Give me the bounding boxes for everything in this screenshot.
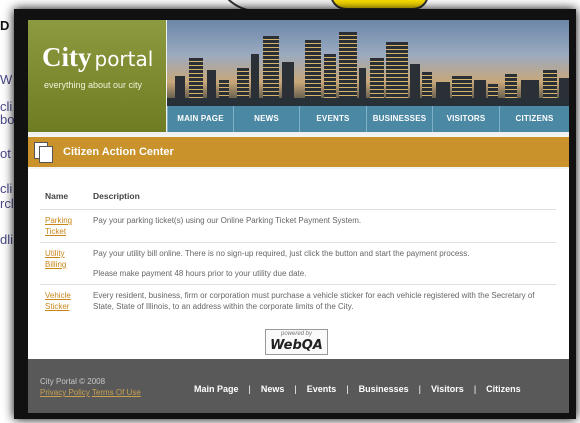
main-nav: MAIN PAGE NEWS EVENTS BUSINESSES VISITOR…	[167, 20, 569, 132]
column-header-description: Description	[93, 191, 140, 201]
description-cell: Every resident, business, firm or corpor…	[88, 284, 556, 317]
logo-tagline: everything about our city	[44, 80, 143, 90]
description-text: Pay your utility bill online. There is n…	[93, 249, 470, 258]
portal-page: City portal everything about our city MAI…	[28, 20, 569, 413]
site-header: City portal everything about our city MAI…	[28, 20, 569, 135]
section-title: Citizen Action Center	[63, 146, 174, 158]
logo-bold: City	[42, 42, 92, 72]
section-header: Citizen Action Center	[28, 137, 569, 167]
privacy-policy-link[interactable]: Privacy Policy	[40, 388, 90, 397]
nav-label: VISITORS	[432, 106, 499, 132]
separator: |	[248, 384, 251, 394]
city-skyline-photo	[499, 20, 569, 106]
documents-icon	[34, 142, 53, 163]
separator: |	[294, 384, 297, 394]
description-note: Please make payment 48 hours prior to yo…	[93, 269, 307, 278]
vehicle-sticker-link[interactable]: Vehicle Sticker	[45, 291, 71, 311]
background-text: bo	[0, 112, 15, 127]
footer-link-main-page[interactable]: Main Page	[194, 384, 239, 394]
city-skyline-photo	[366, 20, 432, 106]
webqa-logo: WebQA	[270, 338, 323, 353]
logo-rest: portal	[94, 47, 154, 71]
nav-label: NEWS	[233, 106, 299, 132]
city-skyline-photo	[299, 20, 366, 106]
background-text: dli	[0, 232, 14, 247]
footer-link-news[interactable]: News	[261, 384, 285, 394]
name-cell: Parking Ticket	[40, 209, 88, 243]
separator: |	[346, 384, 349, 394]
city-skyline-photo	[167, 20, 233, 106]
nav-label: EVENTS	[299, 106, 366, 132]
powered-by-webqa-badge[interactable]: powered by WebQA	[265, 329, 328, 355]
background-text: cli	[0, 181, 13, 196]
site-footer: City Portal © 2008 Privacy Policy Terms …	[28, 359, 569, 413]
background-text: D	[0, 18, 10, 33]
table-row: Utility Billing Pay your utility bill on…	[40, 242, 556, 285]
nav-item-citizens[interactable]: CITIZENS	[499, 20, 569, 132]
nav-item-main-page[interactable]: MAIN PAGE	[167, 20, 233, 132]
nav-item-visitors[interactable]: VISITORS	[432, 20, 499, 132]
background-text: rcl	[0, 196, 14, 211]
nav-item-events[interactable]: EVENTS	[299, 20, 366, 132]
parking-ticket-link[interactable]: Parking Ticket	[45, 216, 72, 236]
separator: |	[418, 384, 421, 394]
column-header-name: Name	[45, 191, 69, 201]
actions-table: Name Description Parking Ticket Pay your…	[40, 187, 556, 317]
nav-item-businesses[interactable]: BUSINESSES	[366, 20, 432, 132]
nav-item-news[interactable]: NEWS	[233, 20, 299, 132]
footer-link-citizens[interactable]: Citizens	[486, 384, 521, 394]
name-cell: Vehicle Sticker	[40, 284, 88, 317]
footer-link-visitors[interactable]: Visitors	[431, 384, 464, 394]
copyright-text: City Portal © 2008	[40, 377, 106, 386]
nav-label: BUSINESSES	[366, 106, 432, 132]
powered-by-text: powered by	[280, 331, 313, 337]
footer-link-businesses[interactable]: Businesses	[359, 384, 409, 394]
footer-legal-links: Privacy Policy Terms Of Use	[40, 388, 141, 397]
logo-title: City portal	[42, 42, 153, 73]
table-header-row: Name Description	[40, 187, 556, 210]
popup-window: City portal everything about our city MAI…	[14, 9, 576, 419]
table-row: Parking Ticket Pay your parking ticket(s…	[40, 209, 556, 243]
footer-link-events[interactable]: Events	[307, 384, 337, 394]
footer-nav: Main Page | News | Events | Businesses | Visitor…	[194, 384, 521, 394]
table-row: Vehicle Sticker Every resident, business…	[40, 284, 556, 317]
utility-billing-link[interactable]: Utility Billing	[45, 249, 66, 269]
city-skyline-photo	[432, 20, 499, 106]
background-text: ot	[0, 146, 11, 161]
site-logo[interactable]: City portal everything about our city	[28, 20, 166, 132]
nav-label: CITIZENS	[499, 106, 569, 132]
name-cell: Utility Billing	[40, 242, 88, 285]
separator: |	[473, 384, 477, 394]
background-text: W	[0, 72, 13, 87]
terms-of-use-link[interactable]: Terms Of Use	[92, 388, 141, 397]
description-cell: Pay your utility bill online. There is n…	[88, 242, 556, 285]
description-cell: Pay your parking ticket(s) using our Onl…	[88, 209, 556, 243]
city-skyline-photo	[233, 20, 299, 106]
main-content: Name Description Parking Ticket Pay your…	[28, 169, 569, 359]
nav-label: MAIN PAGE	[167, 106, 233, 132]
